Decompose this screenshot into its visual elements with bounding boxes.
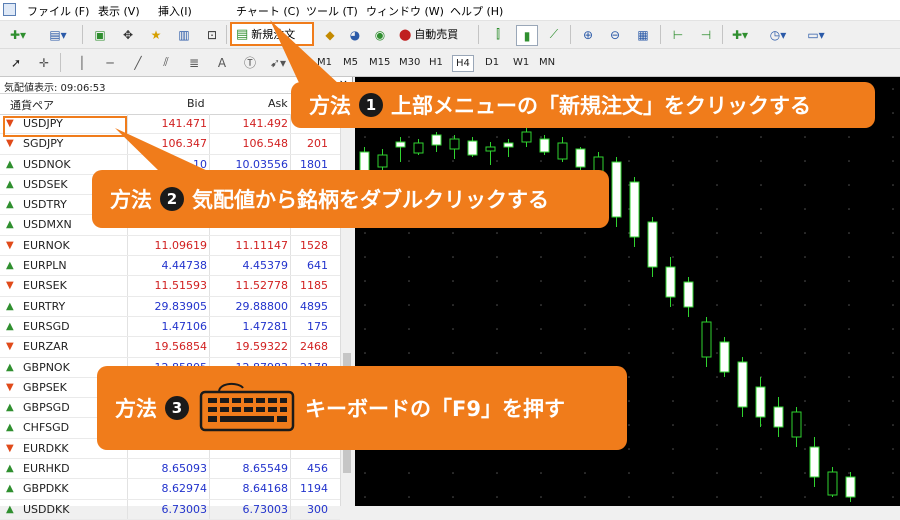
keyboard-icon xyxy=(199,380,295,437)
callout-1-text: 上部メニューの「新規注文」をクリックする xyxy=(391,94,811,118)
callout-2-text: 気配値から銘柄をダブルクリックする xyxy=(192,188,549,212)
callout-3-text: キーボードの「F9」を押す xyxy=(305,397,565,421)
callout-3-number: 3 xyxy=(165,396,189,420)
callout-1-number: 1 xyxy=(359,93,383,117)
callout-method-1: 方法 1 上部メニューの「新規注文」をクリックする xyxy=(291,82,875,128)
callout-2-number: 2 xyxy=(160,187,184,211)
callout-method-3: 方法 3 キーボードの「F9」を押す xyxy=(97,366,627,450)
callout-2-label: 方法 xyxy=(110,188,152,212)
callout-3-label: 方法 xyxy=(115,397,157,421)
callout-1-label: 方法 xyxy=(309,94,351,118)
callout-method-2: 方法 2 気配値から銘柄をダブルクリックする xyxy=(92,170,609,228)
